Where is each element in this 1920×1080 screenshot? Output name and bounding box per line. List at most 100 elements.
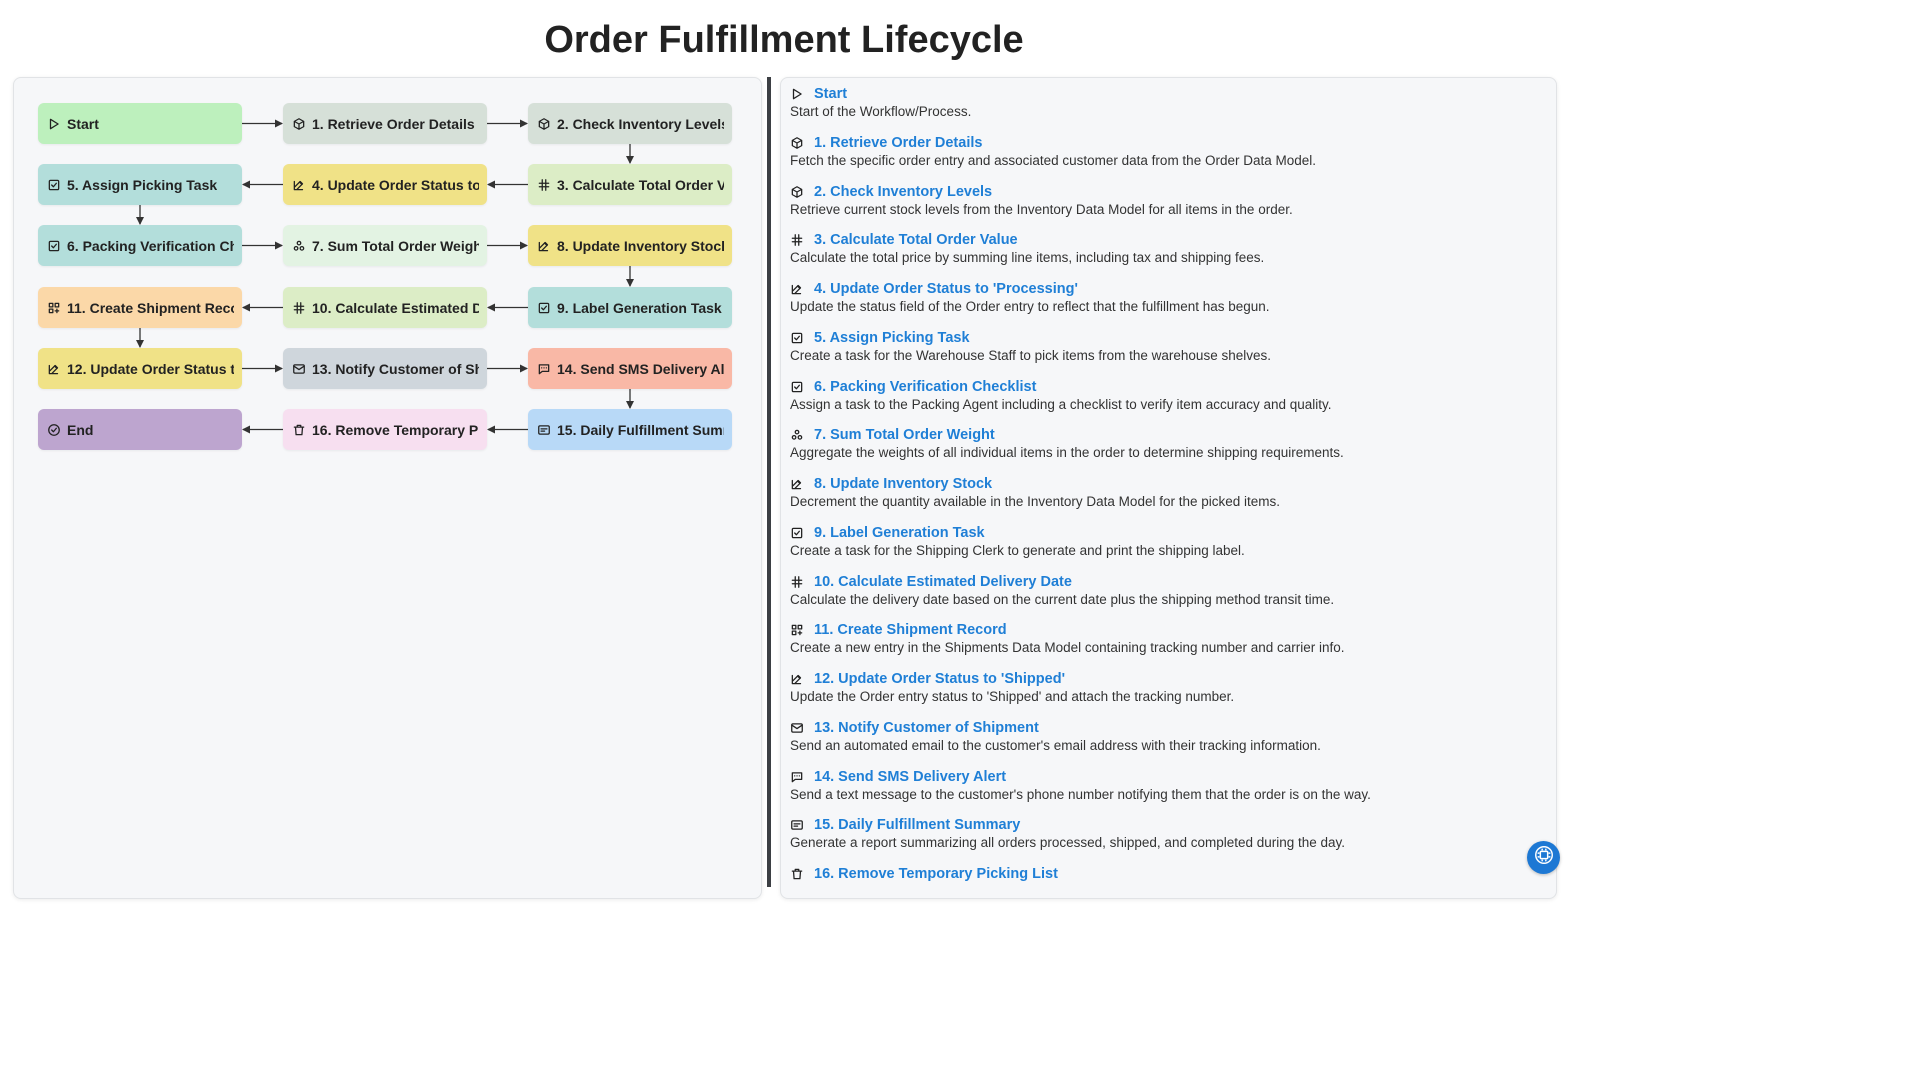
flow-node-n9[interactable]: 9. Label Generation Task: [528, 287, 732, 328]
checkbox-icon: [537, 301, 551, 315]
step-list-item: 2. Check Inventory Levels Retrieve curren…: [790, 183, 1530, 218]
step-title-link[interactable]: 4. Update Order Status to 'Processing': [790, 280, 1530, 298]
ai-assistant-button[interactable]: [1527, 841, 1560, 874]
step-title-link[interactable]: 15. Daily Fulfillment Summary: [790, 816, 1530, 834]
mail-icon: [790, 721, 804, 735]
mail-icon: [292, 362, 306, 376]
step-title-link[interactable]: 2. Check Inventory Levels: [790, 183, 1530, 201]
step-list-item: 16. Remove Temporary Picking List: [790, 865, 1530, 883]
step-list-item: 11. Create Shipment Record Create a new e…: [790, 621, 1530, 656]
step-title-link[interactable]: 11. Create Shipment Record: [790, 621, 1530, 639]
step-title-link[interactable]: 7. Sum Total Order Weight: [790, 426, 1530, 444]
step-description: Update the status field of the Order ent…: [790, 299, 1270, 314]
step-title-text: 15. Daily Fulfillment Summary: [814, 817, 1021, 834]
edit-icon: [47, 362, 61, 376]
step-title-text: 5. Assign Picking Task: [814, 329, 970, 346]
step-title-link[interactable]: 16. Remove Temporary Picking List: [790, 865, 1530, 883]
step-description: Decrement the quantity available in the …: [790, 494, 1281, 509]
flow-node-end[interactable]: End: [38, 409, 242, 450]
flow-node-label: 4. Update Order Status to 'I: [312, 176, 479, 193]
step-list-item: 9. Label Generation Task Create a task fo…: [790, 524, 1530, 559]
step-title-link[interactable]: 1. Retrieve Order Details: [790, 134, 1530, 152]
step-list-item: 5. Assign Picking Task Create a task for …: [790, 329, 1530, 364]
flow-node-n15[interactable]: 15. Daily Fulfillment Summ: [528, 409, 732, 450]
step-title-link[interactable]: Start: [790, 85, 1530, 103]
flow-node-label: 11. Create Shipment Recor: [67, 299, 234, 316]
flow-node-label: 2. Check Inventory Levels: [557, 115, 724, 132]
trash-icon: [292, 423, 306, 437]
cube-icon: [790, 185, 804, 199]
step-title-text: 14. Send SMS Delivery Alert: [814, 768, 1007, 785]
report-icon: [537, 423, 551, 437]
step-description: Assign a task to the Packing Agent inclu…: [790, 396, 1332, 412]
step-title-link[interactable]: 14. Send SMS Delivery Alert: [790, 768, 1530, 786]
cube-icon: [790, 136, 804, 150]
flow-node-label: 7. Sum Total Order Weight: [312, 237, 479, 254]
step-description: Update the Order entry status to 'Shippe…: [790, 689, 1235, 704]
flow-node-label: 14. Send SMS Delivery Aler: [557, 360, 724, 377]
flow-node-label: 8. Update Inventory Stock: [557, 237, 724, 254]
step-list-item: 8. Update Inventory Stock Decrement the q…: [790, 475, 1530, 510]
flow-node-n14[interactable]: 14. Send SMS Delivery Aler: [528, 348, 732, 389]
flow-node-start[interactable]: Start: [38, 103, 242, 144]
edit-icon: [537, 239, 551, 253]
step-description: Retrieve current stock levels from the I…: [790, 201, 1293, 217]
flow-node-n2[interactable]: 2. Check Inventory Levels: [528, 103, 732, 144]
hash-icon: [537, 178, 551, 192]
step-description: Send an automated email to the customer'…: [790, 737, 1321, 753]
flow-node-label: 3. Calculate Total Order Val: [557, 176, 724, 193]
flow-node-n11[interactable]: 11. Create Shipment Recor: [38, 287, 242, 328]
play-icon: [790, 87, 804, 101]
flow-node-n16[interactable]: 16. Remove Temporary Picl: [283, 409, 487, 450]
flow-node-n1[interactable]: 1. Retrieve Order Details: [283, 103, 487, 144]
flow-node-label: 15. Daily Fulfillment Summ: [557, 421, 724, 438]
step-title-text: 3. Calculate Total Order Value: [814, 232, 1018, 249]
flow-node-n12[interactable]: 12. Update Order Status to: [38, 348, 242, 389]
step-title-link[interactable]: 3. Calculate Total Order Value: [790, 231, 1530, 249]
checkbox-icon: [790, 526, 804, 540]
cube-icon: [292, 117, 306, 131]
flow-node-label: 6. Packing Verification Che: [67, 237, 234, 254]
flow-node-label: Start: [67, 115, 99, 132]
flow-node-n10[interactable]: 10. Calculate Estimated De: [283, 287, 487, 328]
flow-node-label: 16. Remove Temporary Picl: [312, 421, 479, 438]
step-title-link[interactable]: 8. Update Inventory Stock: [790, 475, 1530, 493]
step-description: Create a task for the Warehouse Staff to…: [790, 347, 1271, 363]
flow-node-n7[interactable]: 7. Sum Total Order Weight: [283, 225, 487, 266]
flow-node-n5[interactable]: 5. Assign Picking Task: [38, 164, 242, 205]
step-description: Send a text message to the customer's ph…: [790, 786, 1371, 802]
step-title-link[interactable]: 13. Notify Customer of Shipment: [790, 719, 1530, 737]
step-list-item: Start Start of the Workflow/Process.: [790, 85, 1530, 120]
hash-icon: [790, 233, 804, 247]
step-title-text: 13. Notify Customer of Shipment: [814, 719, 1039, 736]
hash-icon: [790, 575, 804, 589]
edit-icon: [292, 178, 306, 192]
flow-node-n13[interactable]: 13. Notify Customer of Shij: [283, 348, 487, 389]
checkbox-icon: [47, 239, 61, 253]
flow-node-n6[interactable]: 6. Packing Verification Che: [38, 225, 242, 266]
step-title-link[interactable]: 10. Calculate Estimated Delivery Date: [790, 573, 1530, 591]
checkbox-icon: [790, 331, 804, 345]
panel-divider[interactable]: [767, 77, 771, 887]
step-list-item: 1. Retrieve Order Details Fetch the speci…: [790, 134, 1530, 169]
step-title-link[interactable]: 12. Update Order Status to 'Shipped': [790, 670, 1530, 688]
step-list-item: 3. Calculate Total Order Value Calculate …: [790, 231, 1530, 266]
trash-icon: [790, 867, 804, 881]
edit-icon: [790, 672, 804, 686]
flow-node-label: 12. Update Order Status to: [67, 360, 234, 377]
step-title-text: 10. Calculate Estimated Delivery Date: [814, 573, 1072, 590]
step-list-item: 10. Calculate Estimated Delivery Date Cal…: [790, 573, 1530, 608]
flow-node-n4[interactable]: 4. Update Order Status to 'I: [283, 164, 487, 205]
step-title-link[interactable]: 5. Assign Picking Task: [790, 329, 1530, 347]
step-title-link[interactable]: 6. Packing Verification Checklist: [790, 378, 1530, 396]
cube-icon: [537, 117, 551, 131]
grid-plus-icon: [47, 301, 61, 315]
flow-node-n8[interactable]: 8. Update Inventory Stock: [528, 225, 732, 266]
weight-icon: [292, 239, 306, 253]
step-title-text: 1. Retrieve Order Details: [814, 134, 983, 151]
check-circle-icon: [47, 423, 61, 437]
step-title-text: 16. Remove Temporary Picking List: [814, 866, 1058, 882]
flow-node-n3[interactable]: 3. Calculate Total Order Val: [528, 164, 732, 205]
step-title-text: 7. Sum Total Order Weight: [814, 427, 995, 444]
step-title-link[interactable]: 9. Label Generation Task: [790, 524, 1530, 542]
